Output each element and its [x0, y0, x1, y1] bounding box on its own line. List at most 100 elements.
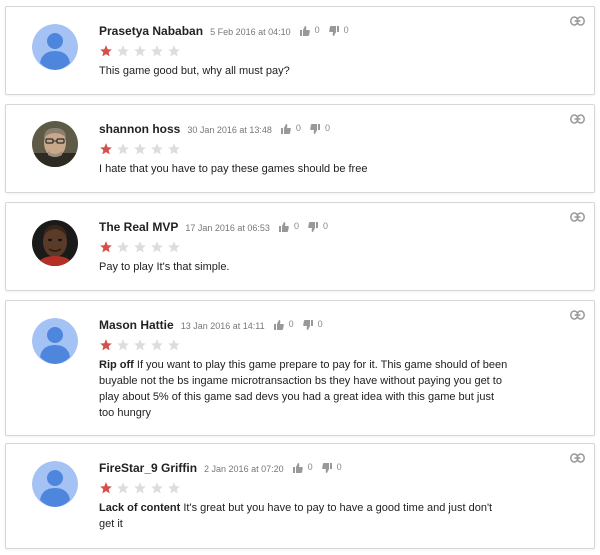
helpful-button[interactable]: 0	[278, 221, 299, 232]
helpful-button[interactable]: 0	[299, 25, 320, 36]
link-icon[interactable]	[570, 310, 585, 320]
review-header: FireStar_9 Griffin 2 Jan 2016 at 07:20 0…	[99, 461, 342, 477]
default-avatar-icon	[32, 24, 78, 70]
review-date: 2 Jan 2016 at 07:20	[204, 464, 284, 474]
default-avatar-icon	[32, 318, 78, 364]
review-text: I hate that you have to pay these games …	[99, 161, 509, 177]
helpful-button[interactable]: 0	[292, 462, 313, 473]
star-empty-icon	[168, 143, 180, 155]
review-header: Prasetya Nababan 5 Feb 2016 at 04:10 0 0	[99, 24, 349, 40]
star-empty-icon	[151, 45, 163, 57]
link-icon[interactable]	[570, 212, 585, 222]
unhelpful-count: 0	[317, 319, 323, 329]
review-text: Lack of content It's great but you have …	[99, 500, 509, 532]
review-card: Mason Hattie 13 Jan 2016 at 14:11 0 0 Ri…	[5, 300, 595, 436]
review-card: FireStar_9 Griffin 2 Jan 2016 at 07:20 0…	[5, 443, 595, 549]
unhelpful-count: 0	[336, 462, 342, 472]
star-empty-icon	[168, 241, 180, 253]
thumbs-down-icon	[328, 26, 339, 36]
author-name[interactable]: Mason Hattie	[99, 318, 174, 332]
link-icon[interactable]	[570, 16, 585, 26]
review-header: Mason Hattie 13 Jan 2016 at 14:11 0 0	[99, 318, 323, 334]
unhelpful-count: 0	[343, 25, 349, 35]
link-icon[interactable]	[570, 453, 585, 463]
avatar	[32, 24, 78, 70]
helpful-count: 0	[288, 319, 294, 329]
thumbs-up-icon	[299, 26, 310, 36]
star-rating	[99, 44, 181, 58]
helpful-button[interactable]: 0	[273, 319, 294, 330]
review-header: The Real MVP 17 Jan 2016 at 06:53 0 0	[99, 220, 328, 236]
review-text: This game good but, why all must pay?	[99, 63, 509, 79]
user-photo-icon	[32, 220, 78, 266]
thumbs-down-icon	[308, 222, 318, 232]
unhelpful-button[interactable]: 0	[310, 123, 330, 134]
review-body: Pay to play It's that simple.	[99, 261, 230, 273]
review-card: Prasetya Nababan 5 Feb 2016 at 04:10 0 0…	[5, 6, 595, 95]
thumbs-up-icon	[292, 463, 303, 473]
star-empty-icon	[134, 241, 146, 253]
helpful-count: 0	[295, 123, 301, 133]
review-body: This game good but, why all must pay?	[99, 65, 290, 77]
unhelpful-button[interactable]: 0	[308, 221, 328, 232]
default-avatar-icon	[32, 461, 78, 507]
star-empty-icon	[134, 482, 146, 494]
star-rating	[99, 142, 181, 156]
avatar	[32, 121, 78, 167]
star-empty-icon	[151, 241, 163, 253]
star-empty-icon	[117, 482, 129, 494]
avatar	[32, 220, 78, 266]
star-filled-icon	[100, 482, 112, 494]
star-empty-icon	[168, 482, 180, 494]
review-text: Pay to play It's that simple.	[99, 259, 509, 275]
thumbs-down-icon	[321, 463, 332, 473]
star-empty-icon	[134, 45, 146, 57]
review-title: Rip off	[99, 359, 134, 371]
star-filled-icon	[100, 45, 112, 57]
user-photo-icon	[32, 121, 78, 167]
thumbs-down-icon	[302, 320, 313, 330]
unhelpful-count: 0	[322, 221, 328, 231]
star-empty-icon	[134, 143, 146, 155]
thumbs-up-icon	[278, 222, 289, 232]
review-card: The Real MVP 17 Jan 2016 at 06:53 0 0 Pa…	[5, 202, 595, 291]
review-body: If you want to play this game prepare to…	[99, 359, 508, 419]
star-empty-icon	[168, 45, 180, 57]
review-body: I hate that you have to pay these games …	[99, 163, 368, 175]
author-name[interactable]: FireStar_9 Griffin	[99, 461, 197, 475]
review-text: Rip off If you want to play this game pr…	[99, 357, 509, 421]
link-icon[interactable]	[570, 114, 585, 124]
star-rating	[99, 338, 181, 352]
avatar	[32, 318, 78, 364]
helpful-count: 0	[307, 462, 313, 472]
unhelpful-button[interactable]: 0	[328, 25, 349, 36]
review-card: shannon hoss 30 Jan 2016 at 13:48 0 0 I …	[5, 104, 595, 193]
review-title: Lack of content	[99, 502, 181, 514]
unhelpful-button[interactable]: 0	[321, 462, 342, 473]
review-date: 13 Jan 2016 at 14:11	[180, 321, 265, 331]
thumbs-up-icon	[280, 124, 291, 134]
avatar	[32, 461, 78, 507]
review-date: 30 Jan 2016 at 13:48	[187, 125, 272, 135]
unhelpful-button[interactable]: 0	[302, 319, 323, 330]
star-empty-icon	[168, 339, 180, 351]
thumbs-up-icon	[273, 320, 284, 330]
helpful-count: 0	[314, 25, 320, 35]
review-header: shannon hoss 30 Jan 2016 at 13:48 0 0	[99, 122, 330, 138]
thumbs-down-icon	[310, 124, 320, 134]
star-empty-icon	[117, 45, 129, 57]
star-rating	[99, 481, 181, 495]
author-name[interactable]: The Real MVP	[99, 220, 178, 234]
star-rating	[99, 240, 181, 254]
star-filled-icon	[100, 241, 112, 253]
star-empty-icon	[117, 339, 129, 351]
review-date: 17 Jan 2016 at 06:53	[185, 223, 270, 233]
star-filled-icon	[100, 143, 112, 155]
star-empty-icon	[134, 339, 146, 351]
helpful-button[interactable]: 0	[280, 123, 301, 134]
star-empty-icon	[117, 143, 129, 155]
author-name[interactable]: Prasetya Nababan	[99, 24, 203, 38]
star-filled-icon	[100, 339, 112, 351]
author-name[interactable]: shannon hoss	[99, 122, 180, 136]
star-empty-icon	[117, 241, 129, 253]
